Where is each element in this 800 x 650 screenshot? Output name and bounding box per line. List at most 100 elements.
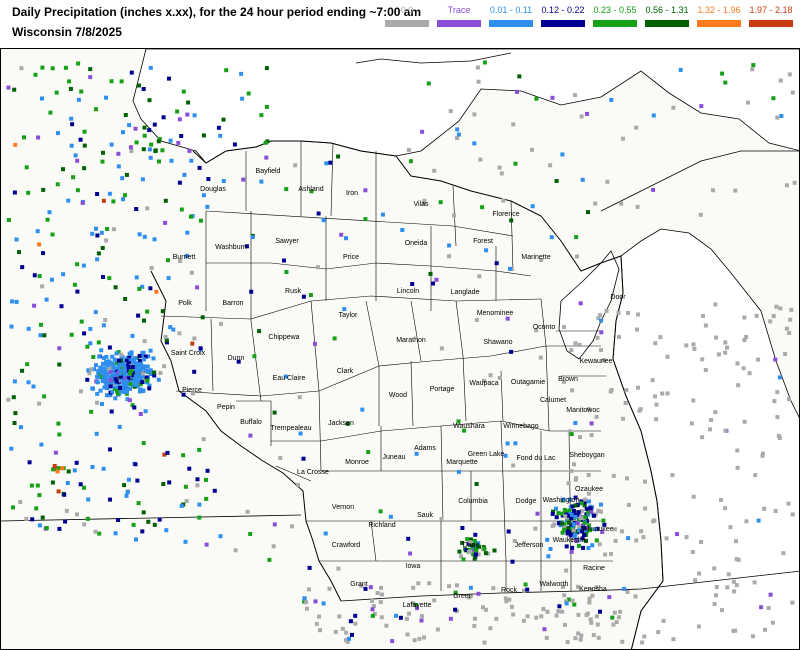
station-marker (719, 497, 723, 502)
station-marker (347, 636, 351, 641)
station-marker (691, 398, 696, 403)
station-marker (40, 65, 45, 70)
station-marker (601, 518, 606, 523)
station-marker (768, 319, 773, 324)
station-marker (95, 233, 100, 238)
station-marker (562, 593, 567, 598)
station-marker (96, 251, 101, 256)
station-marker (75, 158, 80, 163)
station-marker (31, 384, 36, 389)
station-marker (316, 211, 321, 216)
station-marker (20, 265, 25, 270)
station-marker (420, 129, 425, 134)
station-marker (585, 111, 589, 116)
station-marker (272, 522, 277, 527)
station-marker (177, 180, 182, 185)
station-marker (219, 321, 223, 326)
station-marker (97, 354, 102, 359)
station-marker (61, 272, 66, 277)
station-marker (664, 536, 669, 541)
station-marker (564, 601, 569, 606)
station-marker (99, 230, 104, 235)
station-marker (131, 522, 136, 527)
station-marker (635, 204, 640, 209)
station-marker (586, 546, 591, 550)
station-marker (656, 630, 661, 635)
station-marker (317, 614, 321, 619)
station-marker (691, 494, 696, 499)
station-marker (57, 526, 62, 531)
station-marker (179, 134, 184, 138)
station-marker (195, 477, 200, 482)
station-marker (756, 518, 761, 523)
station-marker (772, 399, 777, 404)
station-marker (468, 549, 473, 554)
station-marker (308, 293, 313, 297)
station-marker (90, 386, 95, 391)
station-marker (128, 371, 132, 376)
station-marker (104, 238, 109, 243)
legend-swatch (489, 20, 533, 27)
station-marker (472, 141, 477, 146)
station-marker (133, 126, 138, 131)
station-marker (167, 480, 172, 485)
station-marker (712, 566, 717, 571)
station-marker (160, 309, 165, 314)
station-marker (575, 521, 580, 525)
station-marker (114, 351, 119, 356)
county-label: Ozaukee (575, 486, 603, 493)
station-marker (166, 258, 170, 263)
station-marker (576, 612, 581, 617)
station-marker (42, 394, 47, 399)
station-marker (448, 109, 453, 113)
station-marker (594, 414, 599, 419)
station-marker (712, 602, 717, 606)
station-marker (689, 421, 694, 426)
station-marker (405, 632, 410, 637)
station-marker (195, 483, 200, 488)
station-marker (301, 456, 306, 461)
station-marker (48, 110, 53, 115)
station-marker (76, 97, 81, 102)
station-marker (654, 402, 659, 407)
station-marker (147, 98, 152, 103)
station-marker (348, 619, 353, 624)
station-marker (65, 481, 70, 485)
station-marker (130, 365, 135, 369)
station-marker (121, 197, 125, 202)
station-marker (417, 636, 422, 641)
station-marker (47, 210, 52, 215)
county-label: Marinette (521, 254, 550, 261)
station-marker (14, 299, 19, 304)
station-marker (775, 390, 780, 395)
station-marker (179, 503, 184, 508)
station-marker (586, 210, 590, 215)
station-marker (742, 315, 747, 320)
county-label: Portage (430, 386, 455, 393)
station-marker (535, 511, 540, 516)
county-label: Florence (492, 211, 519, 218)
station-marker (76, 61, 81, 66)
station-marker (714, 335, 719, 340)
station-marker (164, 528, 169, 533)
station-marker (42, 333, 47, 338)
station-marker (88, 326, 93, 331)
station-marker (379, 615, 384, 620)
station-marker (101, 150, 105, 155)
station-marker (82, 331, 87, 336)
station-marker (488, 373, 493, 378)
station-marker (82, 166, 87, 171)
station-marker (35, 229, 40, 234)
station-marker (773, 509, 778, 513)
station-marker (410, 282, 415, 286)
station-marker (416, 581, 421, 586)
station-marker (761, 451, 765, 456)
station-marker (447, 254, 451, 259)
station-marker (184, 499, 189, 504)
station-marker (511, 122, 516, 127)
station-marker (332, 336, 337, 341)
station-marker (91, 355, 96, 359)
county-label: Eau Claire (273, 375, 306, 382)
station-marker (54, 90, 59, 95)
station-marker (550, 511, 555, 516)
